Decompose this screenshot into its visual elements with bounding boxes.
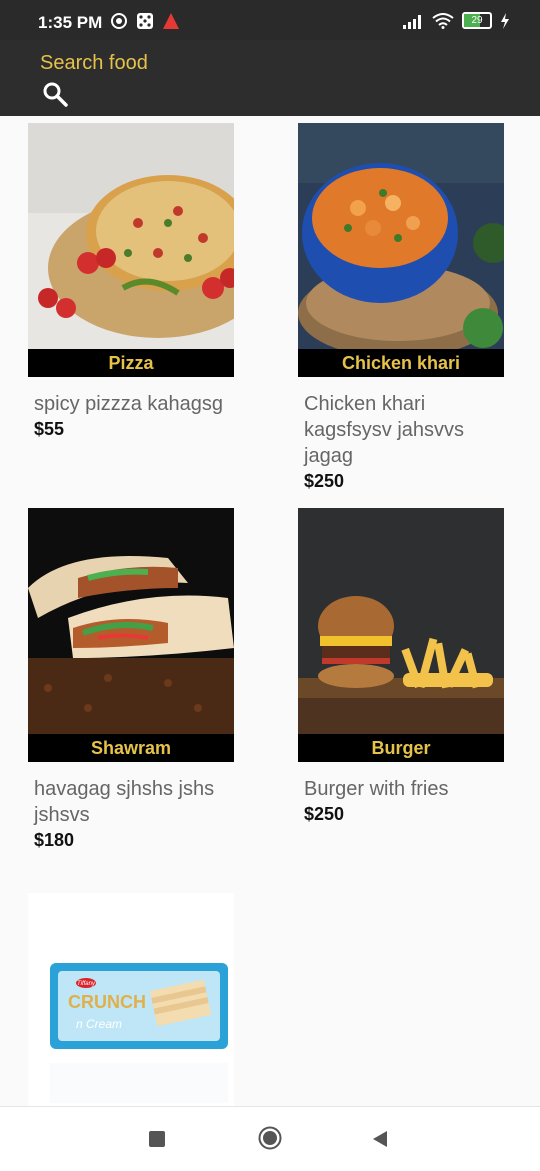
wrapper-brand-text: Tiffany (77, 981, 96, 987)
food-image: Tiffany CRUNCH n Cream (28, 893, 234, 1106)
battery-level: 29 (471, 15, 483, 26)
search-label[interactable]: Search food (40, 52, 148, 75)
food-image: Shawram (28, 508, 234, 762)
charging-icon (501, 12, 509, 29)
food-name-tag: Shawram (28, 734, 234, 762)
pizza-image (28, 123, 234, 377)
recents-icon[interactable] (149, 1131, 165, 1147)
crunch-wafer-image: Tiffany CRUNCH n Cream (28, 893, 234, 1106)
food-image: Burger (298, 508, 504, 762)
food-image: Pizza (28, 123, 234, 377)
food-description: havagag sjhshs jshs jshsvs (34, 778, 215, 826)
system-nav-bar (0, 1106, 540, 1171)
food-image: Chicken khari (298, 123, 504, 377)
dice-icon (137, 13, 153, 29)
food-card-crunch[interactable]: Tiffany CRUNCH n Cream (28, 893, 234, 1106)
status-left-icons (110, 12, 180, 30)
home-icon[interactable] (258, 1126, 282, 1150)
food-price: $250 (304, 471, 345, 491)
food-description: Chicken khari kagsfsysv jahsvvs jagag (304, 393, 465, 467)
food-description: spicy pizzza kahagsg (34, 393, 223, 415)
food-price: $55 (34, 419, 65, 439)
app-notification-icon (163, 13, 179, 29)
status-bar: 1:35 PM 29 (0, 0, 540, 40)
shawram-image (28, 508, 234, 762)
food-price: $180 (34, 830, 75, 850)
app-bar: Search food (0, 40, 540, 116)
food-card-pizza[interactable]: Pizza spicy pizzza kahagsg $55 (28, 123, 234, 440)
burger-image (298, 508, 504, 762)
sync-icon (111, 13, 127, 29)
food-card-burger[interactable]: Burger Burger with fries $250 (298, 508, 504, 825)
search-icon[interactable] (42, 81, 68, 107)
signal-icon (403, 14, 421, 29)
battery-icon: 29 (462, 12, 492, 29)
food-name-tag: Burger (298, 734, 504, 762)
food-name-tag: Chicken khari (298, 349, 504, 377)
food-card-shawram[interactable]: Shawram havagag sjhshs jshs jshsvs $180 (28, 508, 234, 851)
chicken-khari-image (298, 123, 504, 377)
food-price: $250 (304, 804, 345, 824)
back-icon[interactable] (372, 1131, 388, 1147)
status-time: 1:35 PM (38, 13, 103, 32)
wrapper-title-text: CRUNCH (68, 992, 146, 1012)
status-right-icons: 29 (402, 12, 510, 29)
food-card-chicken-khari[interactable]: Chicken khari Chicken khari kagsfsysv ja… (298, 123, 504, 492)
food-description: Burger with fries (304, 778, 449, 800)
wifi-icon (432, 12, 454, 29)
food-grid: Pizza spicy pizzza kahagsg $55 Chicken k… (0, 116, 540, 1106)
food-name-tag: Pizza (28, 349, 234, 377)
wrapper-subtitle-text: n Cream (76, 1017, 122, 1031)
